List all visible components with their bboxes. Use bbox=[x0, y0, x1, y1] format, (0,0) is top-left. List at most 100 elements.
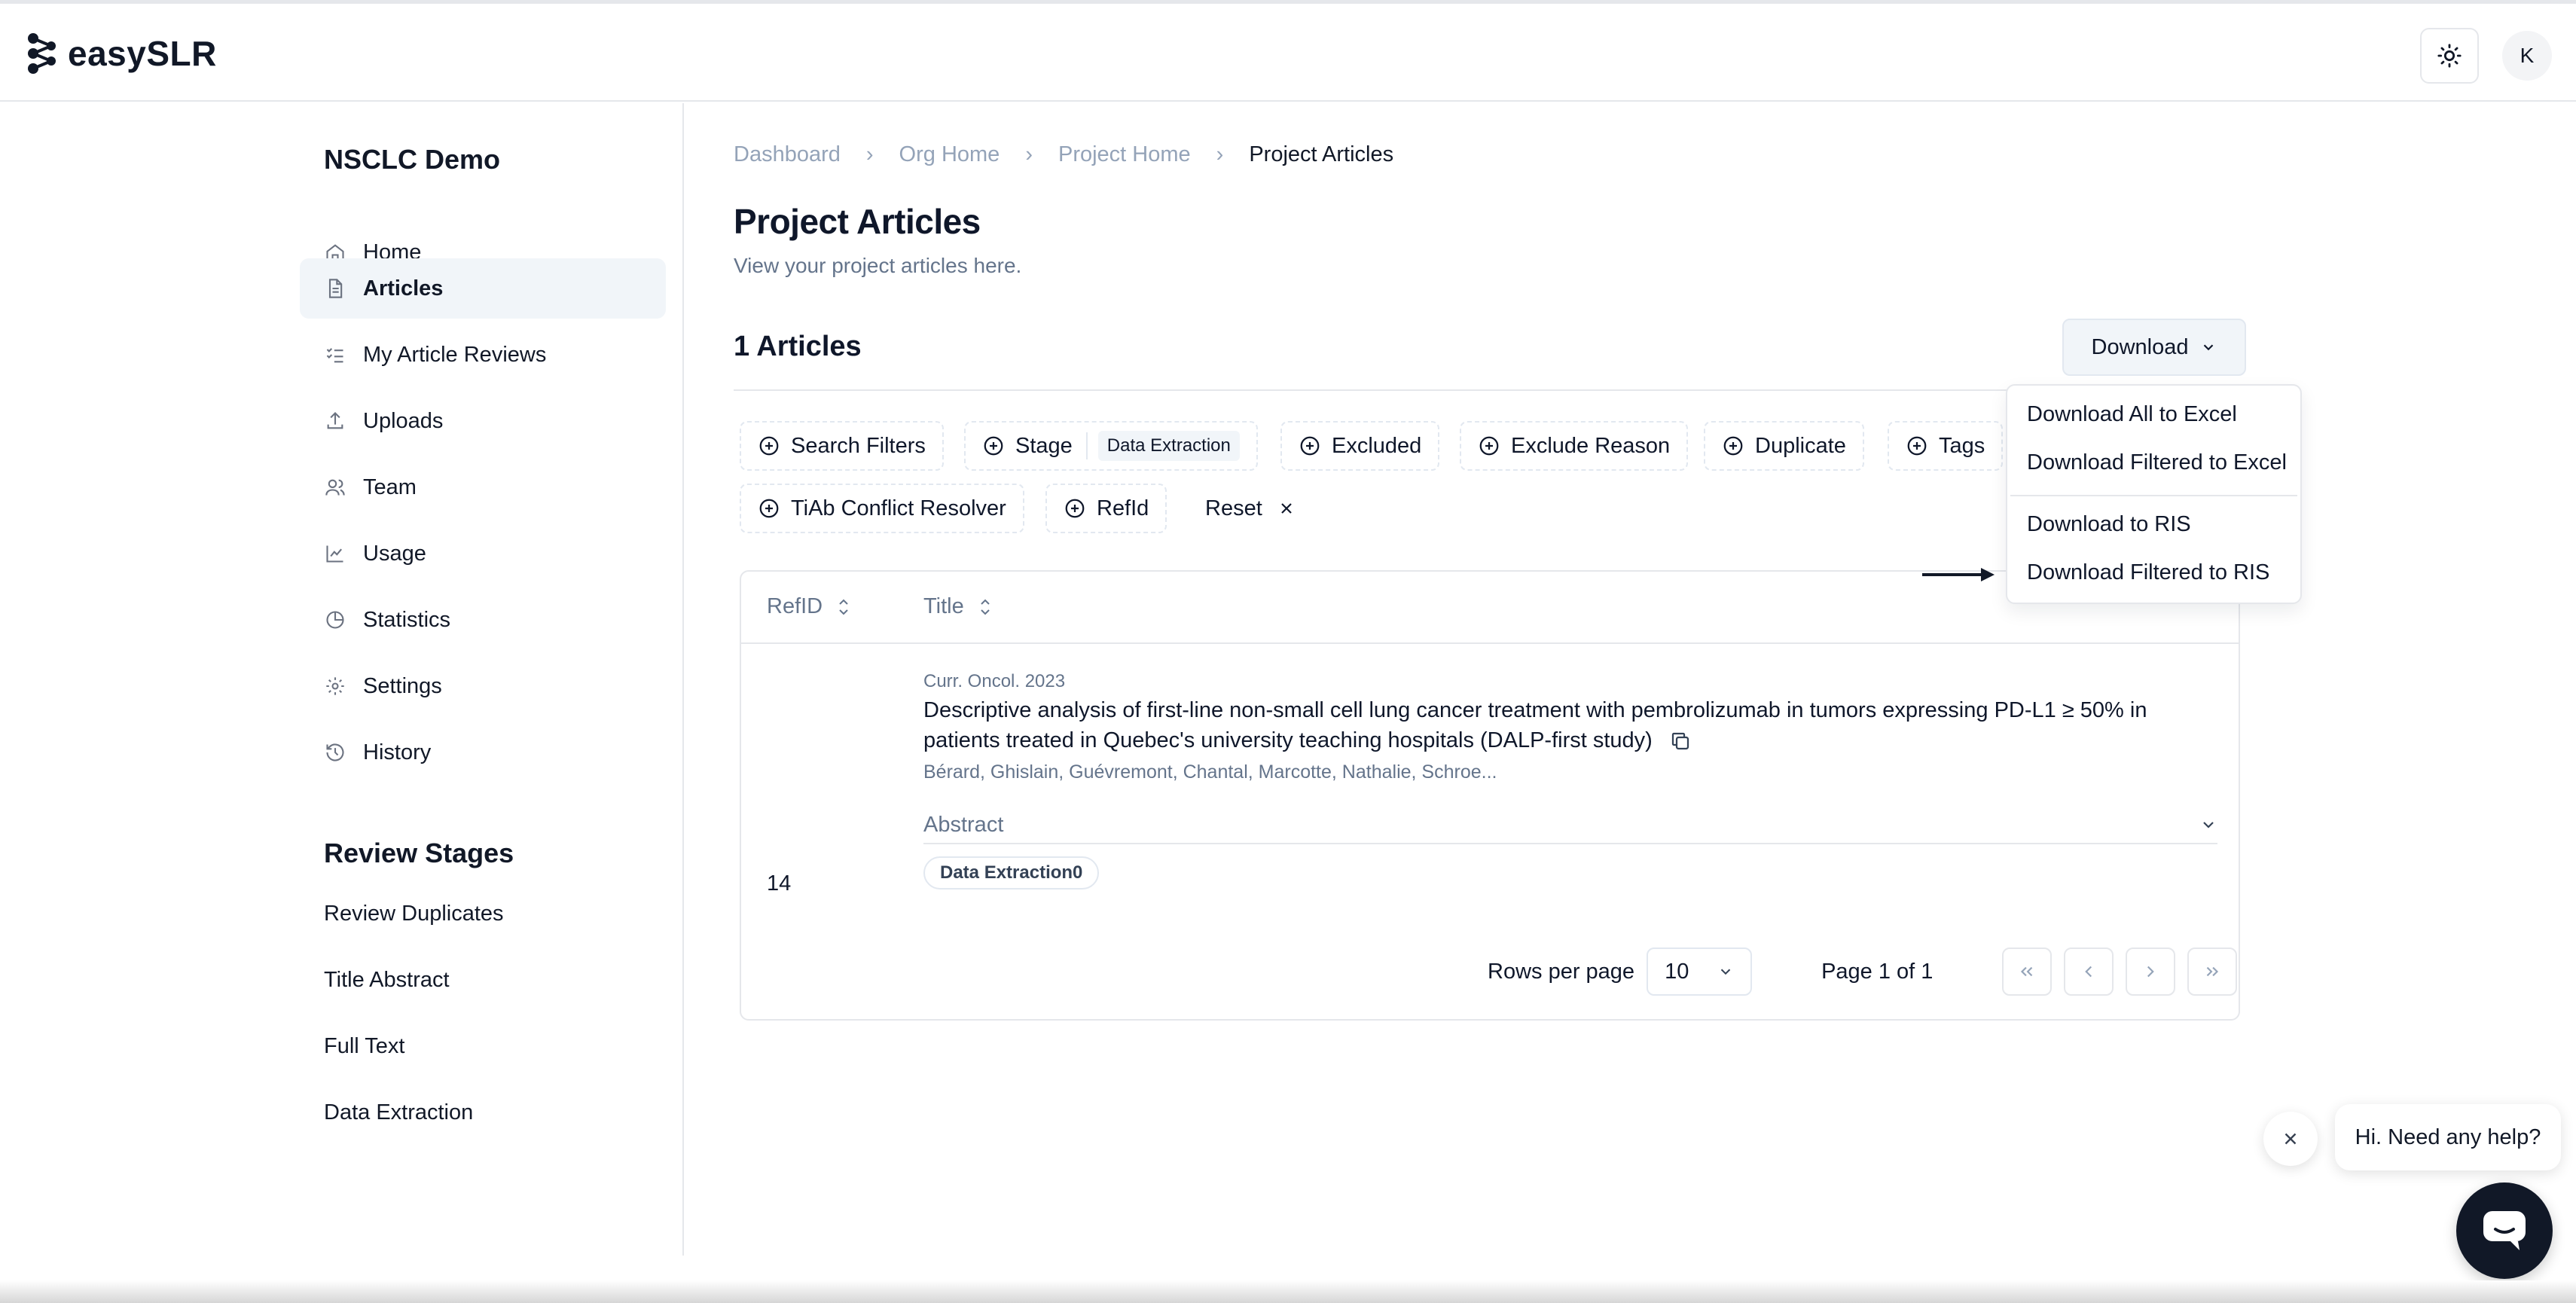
help-close-button[interactable] bbox=[2263, 1112, 2318, 1166]
stage-link-full-text[interactable]: Full Text bbox=[324, 1034, 404, 1059]
arrow-pointer-icon bbox=[1922, 568, 1995, 581]
refid-filter-chip[interactable]: RefId bbox=[1045, 484, 1167, 533]
download-all-excel-item[interactable]: Download All to Excel bbox=[2027, 402, 2237, 427]
article-count: 1 Articles bbox=[734, 331, 862, 362]
sidebar-item-history[interactable]: History bbox=[300, 722, 666, 783]
chevron-down-icon bbox=[1720, 969, 1731, 975]
sidebar-item-label: Settings bbox=[363, 673, 442, 698]
breadcrumb-org-home[interactable]: Org Home bbox=[899, 142, 1000, 167]
divider bbox=[734, 389, 2171, 391]
page-indicator: Page 1 of 1 bbox=[1821, 959, 1934, 984]
sidebar-item-team[interactable]: Team bbox=[300, 457, 666, 517]
refid-column-header[interactable]: RefID bbox=[767, 594, 851, 619]
tags-filter-chip[interactable]: Tags bbox=[1888, 421, 2004, 471]
chip-label: Search Filters bbox=[791, 433, 926, 458]
chip-label: Duplicate bbox=[1755, 433, 1846, 458]
project-name: NSCLC Demo bbox=[324, 144, 501, 175]
plus-circle-icon bbox=[1479, 436, 1499, 456]
first-page-button[interactable] bbox=[2002, 947, 2053, 996]
reset-filters-button[interactable]: Reset bbox=[1205, 484, 1296, 533]
plus-circle-icon bbox=[759, 499, 779, 518]
copy-icon[interactable] bbox=[1669, 730, 1692, 752]
sidebar-item-settings[interactable]: Settings bbox=[300, 656, 666, 716]
sidebar-item-label: Uploads bbox=[363, 408, 444, 433]
avatar-initial: K bbox=[2520, 44, 2535, 67]
plus-circle-icon bbox=[1300, 436, 1320, 456]
sidebar-item-label: Articles bbox=[363, 276, 444, 301]
download-filtered-excel-item[interactable]: Download Filtered to Excel bbox=[2027, 450, 2287, 475]
app-logo[interactable]: easySLR bbox=[26, 32, 217, 75]
menu-separator bbox=[2010, 495, 2297, 496]
download-menu: Download All to Excel Download Filtered … bbox=[2006, 384, 2302, 604]
plus-circle-icon bbox=[1907, 436, 1927, 456]
plus-circle-icon bbox=[759, 436, 779, 456]
chat-launcher-button[interactable] bbox=[2456, 1182, 2553, 1279]
duplicate-filter-chip[interactable]: Duplicate bbox=[1704, 421, 1864, 471]
pagination: Rows per page 10 Page 1 of 1 bbox=[1488, 947, 2238, 996]
pie-chart-icon bbox=[324, 609, 346, 631]
sidebar-item-label: Usage bbox=[363, 541, 426, 566]
next-page-button[interactable] bbox=[2126, 947, 2176, 996]
theme-toggle-button[interactable] bbox=[2420, 28, 2479, 84]
abstract-label: Abstract bbox=[923, 812, 1004, 837]
sidebar-item-label: Team bbox=[363, 475, 417, 499]
top-bar: easySLR K bbox=[0, 4, 2576, 102]
title-column-header[interactable]: Title bbox=[923, 594, 993, 619]
sidebar-item-statistics[interactable]: Statistics bbox=[300, 590, 666, 650]
download-filtered-ris-item[interactable]: Download Filtered to RIS bbox=[2027, 560, 2269, 585]
help-bubble-text: Hi. Need any help? bbox=[2355, 1124, 2541, 1149]
sidebar-item-articles[interactable]: Articles bbox=[300, 258, 666, 319]
article-authors: Bérard, Ghislain, Guévremont, Chantal, M… bbox=[923, 761, 1497, 783]
stage-link-title-abstract[interactable]: Title Abstract bbox=[324, 968, 450, 993]
checklist-icon bbox=[324, 343, 346, 366]
gear-icon bbox=[324, 675, 346, 697]
article-title: Descriptive analysis of first-line non-s… bbox=[923, 695, 2219, 755]
download-button[interactable]: Download bbox=[2062, 319, 2246, 376]
sidebar-item-usage[interactable]: Usage bbox=[300, 523, 666, 584]
chip-label: RefId bbox=[1097, 496, 1149, 520]
logo-text: easySLR bbox=[68, 34, 217, 73]
chip-label: TiAb Conflict Resolver bbox=[791, 496, 1006, 520]
stage-link-review-duplicates[interactable]: Review Duplicates bbox=[324, 902, 504, 926]
download-ris-item[interactable]: Download to RIS bbox=[2027, 512, 2191, 537]
abstract-toggle[interactable]: Abstract bbox=[923, 807, 2217, 844]
tiab-conflict-filter-chip[interactable]: TiAb Conflict Resolver bbox=[740, 484, 1024, 533]
help-bubble[interactable]: Hi. Need any help? bbox=[2335, 1104, 2561, 1170]
search-filters-chip[interactable]: Search Filters bbox=[740, 421, 944, 471]
download-label: Download bbox=[2091, 334, 2189, 359]
sidebar-item-label: Statistics bbox=[363, 607, 451, 632]
stage-link-data-extraction[interactable]: Data Extraction bbox=[324, 1100, 473, 1125]
chip-label: Stage bbox=[1015, 433, 1073, 458]
sidebar-item-uploads[interactable]: Uploads bbox=[300, 391, 666, 451]
user-avatar[interactable]: K bbox=[2502, 31, 2552, 81]
column-label: RefID bbox=[767, 594, 823, 618]
page-subtitle: View your project articles here. bbox=[734, 254, 1022, 277]
breadcrumb-dashboard[interactable]: Dashboard bbox=[734, 142, 841, 167]
rows-per-page-value: 10 bbox=[1665, 959, 1689, 984]
chevron-right-icon: › bbox=[1216, 142, 1224, 166]
close-icon bbox=[2285, 1133, 2297, 1145]
plus-circle-icon bbox=[984, 436, 1003, 456]
sidebar-item-my-article-reviews[interactable]: My Article Reviews bbox=[300, 325, 666, 385]
exclude-reason-filter-chip[interactable]: Exclude Reason bbox=[1460, 421, 1689, 471]
stage-filter-chip[interactable]: Stage Data Extraction bbox=[964, 421, 1258, 471]
sidebar-item-label: History bbox=[363, 740, 432, 764]
breadcrumb: Dashboard › Org Home › Project Home › Pr… bbox=[734, 142, 1393, 167]
page-title: Project Articles bbox=[734, 202, 981, 241]
breadcrumb-project-home[interactable]: Project Home bbox=[1058, 142, 1191, 167]
rows-per-page-select[interactable]: 10 bbox=[1647, 947, 1753, 996]
prev-page-button[interactable] bbox=[2064, 947, 2114, 996]
chevron-right-icon: › bbox=[1025, 142, 1033, 166]
plus-circle-icon bbox=[1723, 436, 1743, 456]
rows-per-page-label: Rows per page bbox=[1488, 959, 1635, 984]
review-stages-title: Review Stages bbox=[324, 838, 514, 868]
breadcrumb-current: Project Articles bbox=[1249, 142, 1394, 166]
chevrons-right-icon bbox=[2207, 966, 2219, 977]
excluded-filter-chip[interactable]: Excluded bbox=[1280, 421, 1440, 471]
sort-icon bbox=[981, 599, 990, 615]
sidebar-item-label: My Article Reviews bbox=[363, 342, 547, 367]
chip-separator bbox=[1085, 432, 1088, 459]
history-icon bbox=[324, 741, 346, 764]
last-page-button[interactable] bbox=[2187, 947, 2238, 996]
sun-icon bbox=[2437, 44, 2462, 68]
